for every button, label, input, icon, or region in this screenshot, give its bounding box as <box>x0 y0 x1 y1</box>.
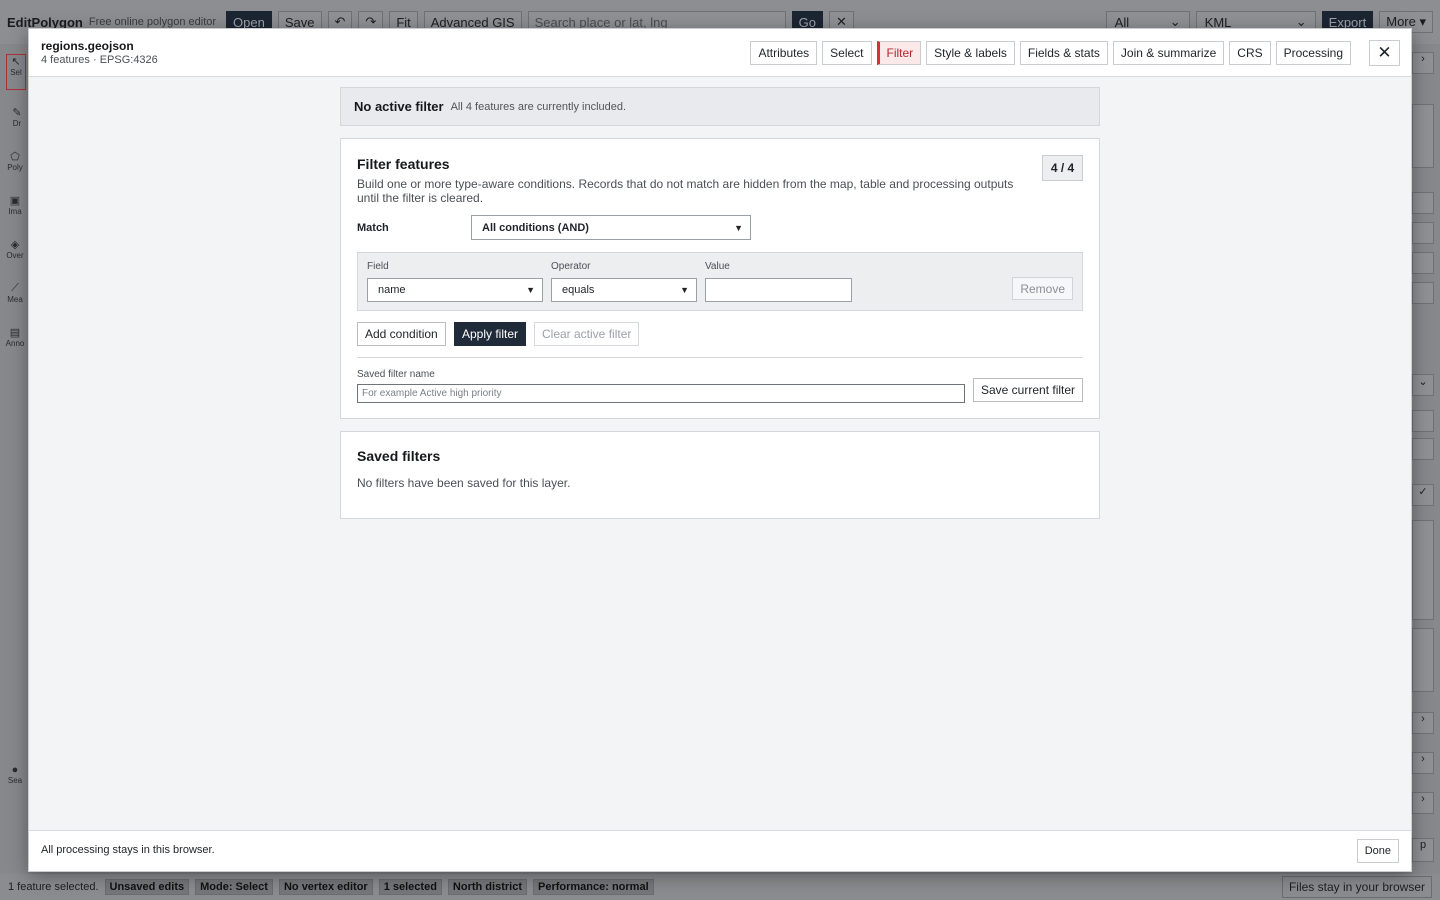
saved-filter-name-label: Saved filter name <box>357 369 435 380</box>
condition-value-input[interactable] <box>705 278 852 302</box>
done-button[interactable]: Done <box>1356 839 1399 863</box>
dialog-tabs: Attributes Select Filter Style & labels … <box>750 41 1351 65</box>
dialog-footer: All processing stays in this browser. Do… <box>29 830 1411 871</box>
tool-overlay[interactable]: ◈ Over <box>0 238 30 260</box>
filter-features-card: Filter features Build one or more type-a… <box>340 138 1100 419</box>
panel-field[interactable] <box>1412 192 1434 214</box>
filter-panel: No active filter All 4 features are curr… <box>340 87 1100 519</box>
ruler-icon: ⟋ <box>11 282 19 294</box>
clear-filter-button[interactable]: Clear active filter <box>534 322 640 346</box>
tool-search[interactable]: ● Sea <box>0 764 30 785</box>
right-panel: › ⌄ ✓ › › › p <box>1412 44 1440 874</box>
panel-field[interactable] <box>1412 282 1434 304</box>
dot-icon: ● <box>11 764 19 776</box>
layers-icon: ◈ <box>10 239 20 251</box>
tab-join-summarize[interactable]: Join & summarize <box>1112 41 1225 65</box>
polygon-icon: ⬠ <box>10 151 20 163</box>
status-bar: 1 feature selected. Unsaved edits Mode: … <box>0 874 1440 900</box>
operator-select[interactable]: equals ▼ <box>551 278 697 302</box>
chevron-down-icon: ▼ <box>734 222 743 233</box>
panel-field[interactable] <box>1412 628 1434 692</box>
field-select[interactable]: name ▼ <box>367 278 543 302</box>
apply-filter-button[interactable]: Apply filter <box>454 322 527 346</box>
panel-field[interactable] <box>1412 438 1434 460</box>
field-label: Field <box>367 261 389 272</box>
saved-filters-title: Saved filters <box>357 448 441 464</box>
banner-text: All 4 features are currently included. <box>450 100 627 113</box>
status-chip: Mode: Select <box>195 879 273 895</box>
banner-title: No active filter <box>354 99 444 114</box>
chevron-down-icon: ▼ <box>526 285 535 295</box>
chevron-right-icon[interactable]: › <box>1412 712 1434 734</box>
check-icon[interactable]: ✓ <box>1412 484 1434 506</box>
status-chip: Performance: normal <box>532 879 654 895</box>
condition-row: Field Operator Value name ▼ equals ▼ Rem… <box>357 252 1083 311</box>
saved-filter-name-input[interactable]: For example Active high priority <box>357 384 965 403</box>
tab-attributes[interactable]: Attributes <box>750 41 818 65</box>
panel-field[interactable] <box>1412 520 1434 620</box>
filter-status-banner: No active filter All 4 features are curr… <box>340 87 1100 126</box>
chevron-right-icon[interactable]: › <box>1412 52 1434 74</box>
panel-button[interactable]: p <box>1412 838 1434 862</box>
app-tagline: Free online polygon editor <box>88 16 217 28</box>
chevron-down-icon[interactable]: ⌄ <box>1412 374 1434 396</box>
tool-image[interactable]: ▣ Ima <box>0 194 30 216</box>
tool-sidebar: ↖ Sel ✎ Dr ⬠ Poly ▣ Ima ◈ Over ⟋ Mea ▤ Anno ● Se… <box>0 44 28 874</box>
note-icon: ▤ <box>9 327 21 339</box>
close-icon[interactable]: ✕ <box>1369 40 1400 66</box>
tool-annotate[interactable]: ▤ Anno <box>0 326 30 348</box>
layer-name: regions.geojson <box>41 39 134 53</box>
image-icon: ▣ <box>9 195 21 207</box>
panel-field[interactable] <box>1412 252 1434 274</box>
feature-count-badge: 4 / 4 <box>1042 155 1083 181</box>
tab-fields-stats[interactable]: Fields & stats <box>1019 41 1108 65</box>
operator-label: Operator <box>551 261 591 272</box>
tab-processing[interactable]: Processing <box>1275 41 1351 65</box>
dialog-header: regions.geojson 4 features · EPSG:4326 A… <box>29 29 1411 77</box>
chevron-down-icon: ▼ <box>680 285 689 295</box>
tool-select[interactable]: ↖ Sel <box>6 54 26 90</box>
selection-status: 1 feature selected. <box>8 881 99 893</box>
layer-dialog: regions.geojson 4 features · EPSG:4326 A… <box>28 28 1412 872</box>
layer-meta: 4 features · EPSG:4326 <box>41 54 158 66</box>
chevron-right-icon[interactable]: › <box>1412 752 1434 774</box>
value-label: Value <box>705 261 730 272</box>
match-select[interactable]: All conditions (AND) ▼ <box>471 215 751 240</box>
tab-style-labels[interactable]: Style & labels <box>926 41 1015 65</box>
chevron-right-icon[interactable]: › <box>1412 792 1434 814</box>
filter-title: Filter features <box>357 156 450 172</box>
privacy-status: Files stay in your browser <box>1281 876 1432 898</box>
panel-field[interactable] <box>1412 104 1434 168</box>
filter-description: Build one or more type-aware conditions.… <box>357 177 1014 205</box>
tab-crs[interactable]: CRS <box>1229 41 1271 65</box>
saved-filters-empty: No filters have been saved for this laye… <box>357 476 571 490</box>
save-filter-button[interactable]: Save current filter <box>973 378 1084 402</box>
tool-measure[interactable]: ⟋ Mea <box>0 282 30 304</box>
footer-note: All processing stays in this browser. <box>41 844 215 856</box>
tab-select[interactable]: Select <box>822 41 872 65</box>
status-chip: 1 selected <box>378 879 442 895</box>
panel-field[interactable] <box>1412 222 1434 244</box>
status-chip: North district <box>447 879 527 895</box>
match-value: All conditions (AND) <box>482 221 589 234</box>
tool-polygon[interactable]: ⬠ Poly <box>0 150 30 172</box>
divider <box>357 357 1083 358</box>
status-chip: No vertex editor <box>278 879 373 895</box>
field-value: name <box>378 284 406 296</box>
panel-field[interactable] <box>1412 410 1434 432</box>
match-label: Match <box>357 222 389 234</box>
add-condition-button[interactable]: Add condition <box>357 322 446 346</box>
remove-condition-button[interactable]: Remove <box>1012 277 1073 300</box>
operator-value: equals <box>562 284 595 296</box>
status-chip: Unsaved edits <box>104 879 190 895</box>
saved-filters-card: Saved filters No filters have been saved… <box>340 431 1100 519</box>
tab-filter[interactable]: Filter <box>876 41 922 65</box>
